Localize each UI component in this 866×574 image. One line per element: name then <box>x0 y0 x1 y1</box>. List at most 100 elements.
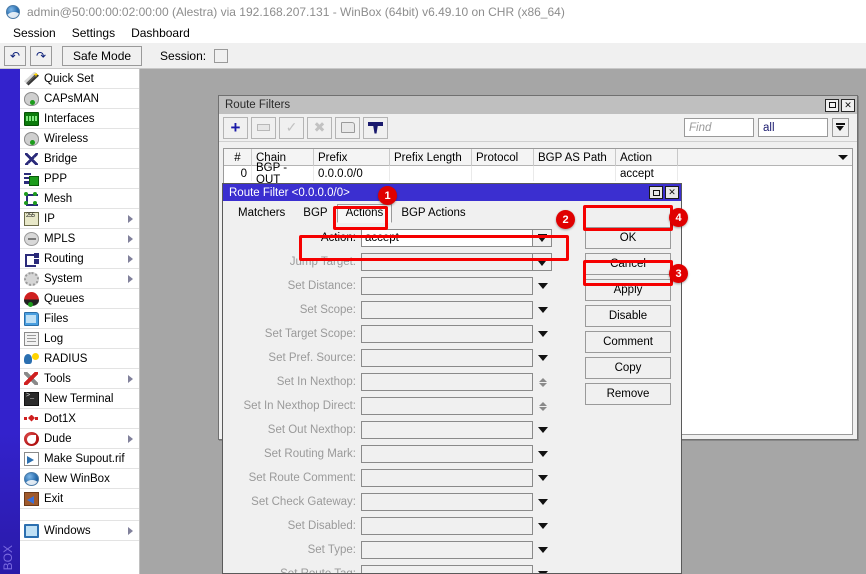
field-input-set-target-scope[interactable] <box>361 325 533 343</box>
chevron-down-icon[interactable] <box>533 565 552 574</box>
menu-item-settings[interactable]: Settings <box>64 24 123 42</box>
chevron-down-icon[interactable] <box>533 301 552 319</box>
find-input[interactable]: Find <box>684 118 754 137</box>
safe-mode-button[interactable]: Safe Mode <box>62 46 142 66</box>
close-icon[interactable]: ✕ <box>841 99 855 112</box>
tab-bgp-actions[interactable]: BGP Actions <box>392 204 474 223</box>
sidebar-item-wireless[interactable]: Wireless <box>20 129 139 149</box>
chevron-up-icon[interactable] <box>539 402 547 406</box>
sidebar-item-make-supout-rif[interactable]: Make Supout.rif <box>20 449 139 469</box>
sidebar-item-mpls[interactable]: MPLS <box>20 229 139 249</box>
tab-actions[interactable]: Actions <box>337 204 393 223</box>
field-input-set-out-nexthop[interactable] <box>361 421 533 439</box>
chevron-down-icon[interactable] <box>533 277 552 295</box>
check-icon[interactable]: ✓ <box>279 117 304 139</box>
chevron-down-icon[interactable] <box>533 325 552 343</box>
field-input-set-type[interactable] <box>361 541 533 559</box>
maximize-icon[interactable] <box>649 186 663 199</box>
menu-item-dashboard[interactable]: Dashboard <box>123 24 198 42</box>
chevron-down-icon[interactable] <box>539 383 547 387</box>
chevron-down-icon[interactable] <box>533 445 552 463</box>
sidebar-item-bridge[interactable]: Bridge <box>20 149 139 169</box>
sidebar-item-queues[interactable]: Queues <box>20 289 139 309</box>
chevron-down-glyph <box>538 451 548 457</box>
field-input-set-route-tag[interactable] <box>361 565 533 574</box>
field-input-set-pref-source[interactable] <box>361 349 533 367</box>
cross-icon[interactable]: ✖ <box>307 117 332 139</box>
apply-button[interactable]: Apply <box>585 279 671 301</box>
chevron-down-icon[interactable] <box>533 469 552 487</box>
comment-button[interactable]: Comment <box>585 331 671 353</box>
column-header-action[interactable]: Action <box>616 149 678 166</box>
field-input-set-route-comment[interactable] <box>361 469 533 487</box>
minus-icon[interactable] <box>251 117 276 139</box>
sidebar-item-ip[interactable]: IP <box>20 209 139 229</box>
chevron-down-icon[interactable] <box>533 541 552 559</box>
sidebar-item-log[interactable]: Log <box>20 329 139 349</box>
table-row[interactable]: 0 BGP - OUT 0.0.0.0/0 accept <box>224 166 852 181</box>
chevron-down-icon[interactable] <box>533 421 552 439</box>
sidebar-item-mesh[interactable]: Mesh <box>20 189 139 209</box>
sidebar-item-windows[interactable]: Windows <box>20 521 139 541</box>
field-input-action[interactable]: accept <box>361 229 533 247</box>
spinner-icon[interactable] <box>533 397 552 415</box>
copy-button[interactable]: Copy <box>585 357 671 379</box>
redo-arrow-icon[interactable]: ↷ <box>30 46 52 66</box>
sidebar-item-dude[interactable]: Dude <box>20 429 139 449</box>
chevron-down-icon[interactable] <box>539 407 547 411</box>
field-input-set-in-nexthop[interactable] <box>361 373 533 391</box>
chevron-down-icon[interactable] <box>533 493 552 511</box>
sidebar-item-new-winbox[interactable]: New WinBox <box>20 469 139 489</box>
filter-select[interactable]: all <box>758 118 828 137</box>
field-input-jump-target[interactable] <box>361 253 533 271</box>
spinner-icon[interactable] <box>533 373 552 391</box>
route-filter-dialog: Route Filter <0.0.0.0/0> ✕ MatchersBGPAc… <box>222 183 682 574</box>
tab-bgp[interactable]: BGP <box>294 204 336 223</box>
dropdown-icon[interactable] <box>533 253 552 271</box>
gear-icon <box>24 272 39 286</box>
maximize-icon[interactable] <box>825 99 839 112</box>
column-header-bgp-as-path[interactable]: BGP AS Path <box>534 149 616 166</box>
field-input-set-distance[interactable] <box>361 277 533 295</box>
undo-arrow-icon[interactable]: ↶ <box>4 46 26 66</box>
cell-prefix-length <box>390 166 472 181</box>
field-input-set-routing-mark[interactable] <box>361 445 533 463</box>
field-input-set-disabled[interactable] <box>361 517 533 535</box>
sidebar-item-files[interactable]: Files <box>20 309 139 329</box>
field-input-set-in-nexthop-direct[interactable] <box>361 397 533 415</box>
sidebar-item-ppp[interactable]: PPP <box>20 169 139 189</box>
sidebar-item-system[interactable]: System <box>20 269 139 289</box>
column-header-prefix[interactable]: Prefix <box>314 149 390 166</box>
sidebar-item-interfaces[interactable]: Interfaces <box>20 109 139 129</box>
sidebar-item-capsman[interactable]: CAPsMAN <box>20 89 139 109</box>
funnel-icon[interactable] <box>363 117 388 139</box>
session-field[interactable] <box>214 49 228 63</box>
ok-button[interactable]: OK <box>585 227 671 249</box>
column-header-num[interactable]: # <box>224 149 252 166</box>
sidebar-item-radius[interactable]: RADIUS <box>20 349 139 369</box>
column-header-protocol[interactable]: Protocol <box>472 149 534 166</box>
field-input-set-scope[interactable] <box>361 301 533 319</box>
disable-button[interactable]: Disable <box>585 305 671 327</box>
plus-icon[interactable]: + <box>223 117 248 139</box>
comment-icon[interactable] <box>335 117 360 139</box>
sidebar-item-new-terminal[interactable]: New Terminal <box>20 389 139 409</box>
tab-matchers[interactable]: Matchers <box>229 204 294 223</box>
field-input-set-check-gateway[interactable] <box>361 493 533 511</box>
dropdown-icon[interactable] <box>533 229 552 247</box>
column-menu-icon[interactable] <box>678 149 852 166</box>
dropdown-icon[interactable] <box>832 118 849 137</box>
column-header-prefix-length[interactable]: Prefix Length <box>390 149 472 166</box>
menu-item-session[interactable]: Session <box>5 24 64 42</box>
sidebar-item-dot1x[interactable]: Dot1X <box>20 409 139 429</box>
sidebar-item-tools[interactable]: Tools <box>20 369 139 389</box>
chevron-down-icon[interactable] <box>533 517 552 535</box>
sidebar-item-quick-set[interactable]: Quick Set <box>20 69 139 89</box>
close-icon[interactable]: ✕ <box>665 186 679 199</box>
chevron-up-icon[interactable] <box>539 378 547 382</box>
chevron-down-icon[interactable] <box>533 349 552 367</box>
remove-button[interactable]: Remove <box>585 383 671 405</box>
cancel-button[interactable]: Cancel <box>585 253 671 275</box>
sidebar-item-exit[interactable]: Exit <box>20 489 139 509</box>
sidebar-item-routing[interactable]: Routing <box>20 249 139 269</box>
